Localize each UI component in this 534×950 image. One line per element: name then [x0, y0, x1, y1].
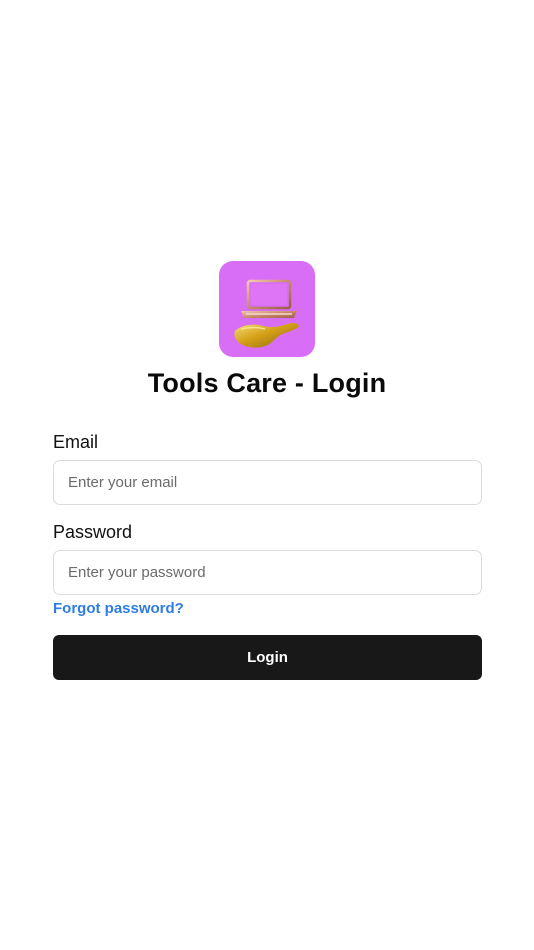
laptop-on-hand-icon	[219, 261, 315, 357]
login-button[interactable]: Login	[53, 635, 482, 680]
password-input[interactable]	[53, 550, 482, 595]
forgot-password-link[interactable]: Forgot password?	[53, 600, 184, 617]
page-title: Tools Care - Login	[147, 368, 387, 398]
password-label: Password	[53, 522, 133, 542]
app-logo	[219, 261, 315, 357]
email-label: Email	[53, 432, 99, 452]
email-input[interactable]	[53, 460, 482, 505]
login-page: Tools Care - Login Email Password Forgot…	[0, 0, 534, 950]
